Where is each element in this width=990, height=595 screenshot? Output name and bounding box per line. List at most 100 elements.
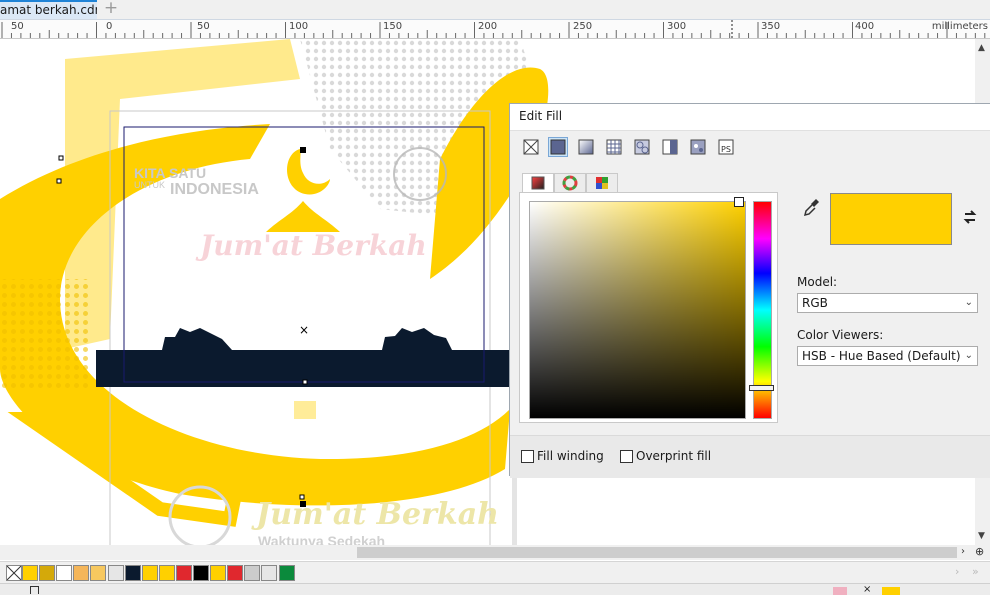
palette-scroll-right-icon[interactable]: › xyxy=(955,565,959,578)
no-outline-icon: × xyxy=(863,584,872,595)
selection-handle xyxy=(56,178,62,184)
swap-arrows-icon xyxy=(963,210,977,224)
no-fill-icon xyxy=(523,139,539,155)
palette-swatch[interactable] xyxy=(107,565,124,581)
palette-swatch[interactable] xyxy=(73,565,90,581)
image-placeholder-icon xyxy=(294,401,316,419)
ruler-label: 100 xyxy=(289,21,309,32)
chevron-down-icon: ⌄ xyxy=(964,350,973,361)
document-tab-bar: amat berkah.cdr + xyxy=(0,0,990,20)
selection-handle xyxy=(58,155,64,161)
palette-swatch[interactable] xyxy=(56,565,73,581)
artwork-text-kita-satu: KITA SATU xyxy=(134,165,207,181)
palette-swatch[interactable] xyxy=(210,565,227,581)
artwork-text-untuk: UNTUK xyxy=(134,180,165,190)
center-marker: × xyxy=(299,323,309,337)
palette-swatch[interactable] xyxy=(227,565,244,581)
palette-swatch[interactable] xyxy=(278,565,295,581)
document-tab-title: amat berkah.cdr xyxy=(0,3,97,17)
chevron-down-icon: ⌄ xyxy=(964,297,973,308)
overprint-fill-label[interactable]: Overprint fill xyxy=(636,449,711,463)
scroll-up-icon[interactable]: ▲ xyxy=(978,43,985,53)
selection-handle xyxy=(302,379,308,385)
dialog-title: Edit Fill xyxy=(519,109,563,123)
no-color-swatch[interactable] xyxy=(6,565,22,581)
palette-swatch[interactable] xyxy=(124,565,141,581)
ruler-label: 50 xyxy=(197,21,210,32)
two-color-pattern-icon xyxy=(662,139,678,155)
eyedropper-button[interactable] xyxy=(803,197,821,220)
horizontal-ruler[interactable]: 50 0 50 100 150 200 250 300 350 400 mill… xyxy=(0,20,990,39)
no-fill-button[interactable] xyxy=(521,137,541,157)
artwork-text-jumat-berkah: Jum'at Berkah xyxy=(256,497,499,532)
dialog-titlebar[interactable]: Edit Fill xyxy=(510,104,990,131)
fill-winding-label[interactable]: Fill winding xyxy=(537,449,604,463)
palette-expand-icon[interactable]: » xyxy=(972,565,979,578)
vector-pattern-button[interactable] xyxy=(604,137,624,157)
current-color-swatch xyxy=(830,193,952,245)
new-tab-button[interactable]: + xyxy=(101,0,121,19)
crescent-moon-shape xyxy=(287,149,330,195)
two-color-pattern-button[interactable] xyxy=(660,137,680,157)
scroll-right-icon[interactable]: › xyxy=(961,546,965,557)
ruler-label: 350 xyxy=(761,21,781,32)
palette-swatch[interactable] xyxy=(261,565,278,581)
canvas-right-area[interactable] xyxy=(512,476,980,545)
color-harmonies-icon xyxy=(562,175,578,191)
ruler-label: 200 xyxy=(478,21,498,32)
model-label: Model: xyxy=(797,275,838,289)
vector-pattern-icon xyxy=(606,139,622,155)
texture-fill-button[interactable] xyxy=(688,137,708,157)
no-color-icon xyxy=(6,565,22,581)
overprint-fill-checkbox[interactable] xyxy=(620,450,633,463)
scroll-down-icon[interactable]: ▼ xyxy=(978,531,985,541)
model-dropdown[interactable]: RGB ⌄ xyxy=(797,293,978,313)
edit-fill-dialog: Edit Fill PS Model: RGB ⌄ Color Viewers:… xyxy=(509,103,990,478)
yellow-dots-shape xyxy=(0,279,90,389)
status-indicator-icon xyxy=(30,586,39,594)
artwork-text-indonesia: INDONESIA xyxy=(170,181,259,198)
color-viewers-dropdown[interactable]: HSB - Hue Based (Default) ⌄ xyxy=(797,346,978,366)
palette-swatch[interactable] xyxy=(175,565,192,581)
uniform-fill-icon xyxy=(550,139,566,155)
artwork-text-waktunya: Waktunya Sedekah xyxy=(258,533,386,545)
document-tab[interactable]: amat berkah.cdr xyxy=(0,0,97,19)
hue-slider-handle[interactable] xyxy=(749,385,774,391)
texture-fill-icon xyxy=(690,139,706,155)
palette-swatch[interactable] xyxy=(158,565,175,581)
palette-swatch[interactable] xyxy=(244,565,261,581)
palette-swatch[interactable] xyxy=(22,565,38,581)
saturation-brightness-marker[interactable] xyxy=(734,197,744,207)
palette-swatch[interactable] xyxy=(141,565,158,581)
color-palettes-tab[interactable] xyxy=(586,173,618,193)
fill-winding-checkbox[interactable] xyxy=(521,450,534,463)
color-viewers-icon xyxy=(531,176,545,190)
ruler-label: 400 xyxy=(855,21,875,32)
svg-text:PS: PS xyxy=(721,145,731,154)
swap-color-button[interactable] xyxy=(962,209,978,228)
ruler-label: 150 xyxy=(383,21,403,32)
palette-swatch[interactable] xyxy=(39,565,56,581)
status-bar: × xyxy=(0,583,990,595)
bitmap-pattern-icon xyxy=(634,139,650,155)
artwork-text-jumat-berkah-mid: Jum'at Berkah xyxy=(200,229,427,262)
uniform-fill-button[interactable] xyxy=(548,137,568,157)
zoom-icon[interactable]: ⊕ xyxy=(975,545,984,558)
color-viewers-tab[interactable] xyxy=(522,173,554,193)
eyedropper-icon xyxy=(803,199,819,217)
mosque-dome-top xyxy=(266,201,340,232)
bitmap-pattern-button[interactable] xyxy=(632,137,652,157)
postscript-fill-button[interactable]: PS xyxy=(716,137,736,157)
horizontal-scroll-thumb[interactable] xyxy=(357,547,957,558)
fountain-fill-icon xyxy=(578,139,594,155)
saturation-brightness-square[interactable] xyxy=(529,201,746,419)
color-viewers-dropdown-value: HSB - Hue Based (Default) xyxy=(802,349,961,363)
palette-swatch[interactable] xyxy=(193,565,209,581)
ruler-label: 0 xyxy=(106,21,113,32)
fountain-fill-button[interactable] xyxy=(576,137,596,157)
selection-handle xyxy=(300,147,306,153)
color-palettes-icon xyxy=(596,177,608,189)
palette-swatch[interactable] xyxy=(90,565,107,581)
color-palette-bar: › » xyxy=(0,561,990,584)
color-harmonies-tab[interactable] xyxy=(554,173,586,193)
